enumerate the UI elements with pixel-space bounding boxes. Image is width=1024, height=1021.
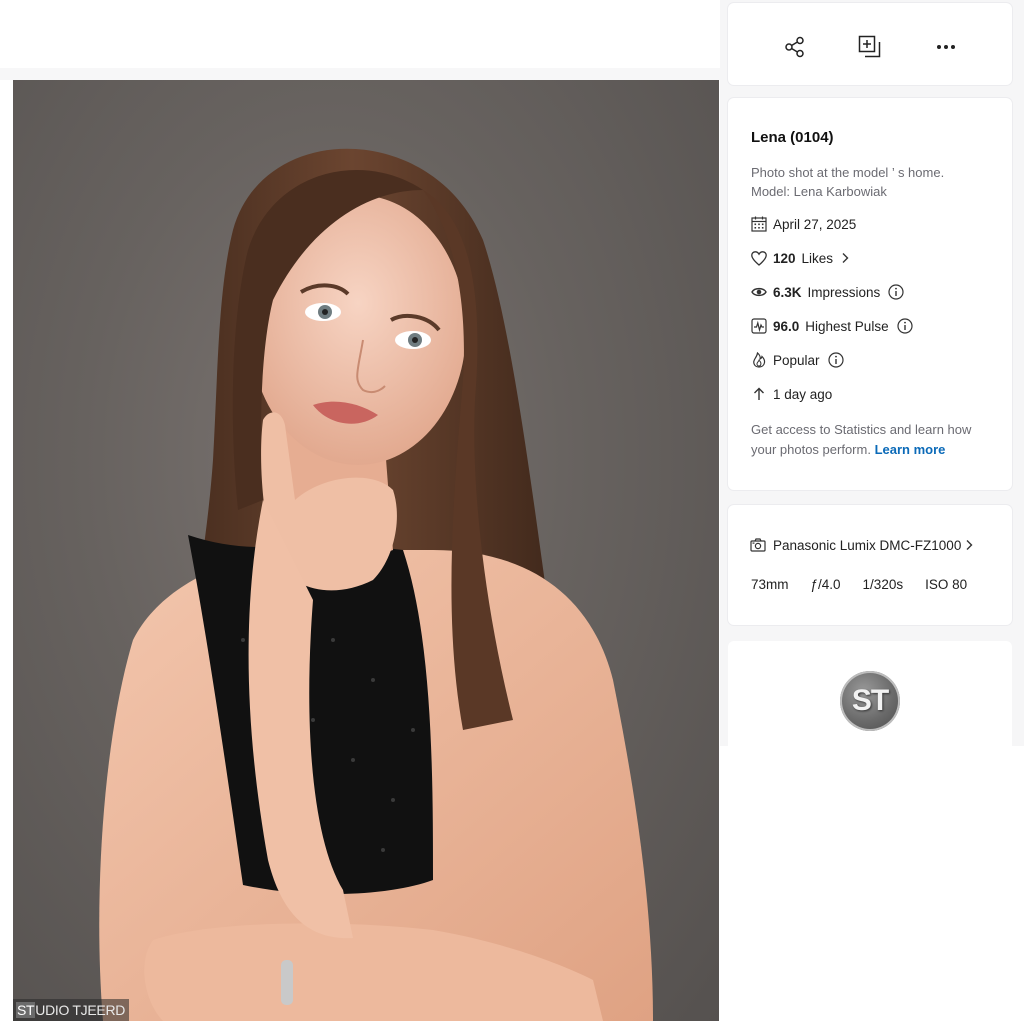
pulse-value: 96.0 [773,318,800,334]
photo-info-card: Lena (0104) Photo shot at the model ’ s … [728,98,1012,490]
aperture: ƒ/4.0 [810,577,841,592]
date-row: April 27, 2025 [750,214,856,234]
likes-label: Likes [801,250,834,266]
chevron-right-icon [841,252,849,264]
impressions-count: 6.3K [773,284,802,300]
pulse-row: 96.0 Highest Pulse [750,316,913,336]
watermark-text: UDIO TJEERD [35,1002,126,1018]
info-icon[interactable] [888,284,904,300]
avatar[interactable]: ST [840,671,900,731]
share-icon [785,36,804,58]
upload-date: April 27, 2025 [773,216,857,232]
more-icon [937,45,955,49]
heart-icon [750,249,768,267]
pulse-icon [750,317,768,335]
popular-label: Popular [773,352,820,368]
chevron-right-icon [965,539,973,551]
camera-model-link[interactable]: Panasonic Lumix DMC-FZ1000 [750,535,973,555]
add-to-gallery-button[interactable] [854,31,886,63]
likes-count: 120 [773,250,796,266]
camera-icon [750,536,768,554]
calendar-icon [750,215,768,233]
info-icon[interactable] [827,352,844,368]
eye-icon [750,283,768,301]
likes-row[interactable]: 120 Likes [750,248,849,268]
photo-description: Photo shot at the model ’ s home. Model:… [751,163,1001,201]
statistics-note: Get access to Statistics and learn how y… [751,420,991,460]
sidebar-bottom-area [720,746,1024,1021]
arrow-up-icon [750,385,768,403]
photo-title: Lena (0104) [751,129,834,146]
description-line: Photo shot at the model ’ s home. [751,165,945,180]
pulse-label: Highest Pulse [805,318,889,334]
camera-card: Panasonic Lumix DMC-FZ1000 73mm ƒ/4.0 1/… [728,505,1012,625]
description-line: Model: Lena Karbowiak [751,184,887,199]
impressions-row: 6.3K Impressions [750,282,904,302]
actions-card [728,3,1012,85]
info-icon[interactable] [896,318,913,334]
watermark: ST UDIO TJEERD [13,999,130,1021]
iso: ISO 80 [925,577,968,592]
main-photo[interactable]: ST UDIO TJEERD [13,80,719,1021]
uploaded-time: 1 day ago [773,386,833,402]
impressions-label: Impressions [807,284,881,300]
exif-details: 73mm ƒ/4.0 1/320s ISO 80 [751,577,989,592]
share-button[interactable] [779,31,811,63]
camera-model: Panasonic Lumix DMC-FZ1000 [773,537,962,553]
focal-length: 73mm [751,577,789,592]
shutter-speed: 1/320s [862,577,904,592]
learn-more-link[interactable]: Learn more [875,442,946,457]
photo-gap [0,68,720,80]
profile-card: ST [728,641,1012,746]
photo-top-bar [0,0,720,68]
flame-icon [750,351,768,369]
watermark-prefix: ST [16,1002,36,1018]
portrait-illustration [99,148,653,1021]
add-to-gallery-icon [858,35,881,58]
more-button[interactable] [930,31,962,63]
uploaded-row: 1 day ago [750,384,832,404]
popular-row: Popular [750,350,844,370]
